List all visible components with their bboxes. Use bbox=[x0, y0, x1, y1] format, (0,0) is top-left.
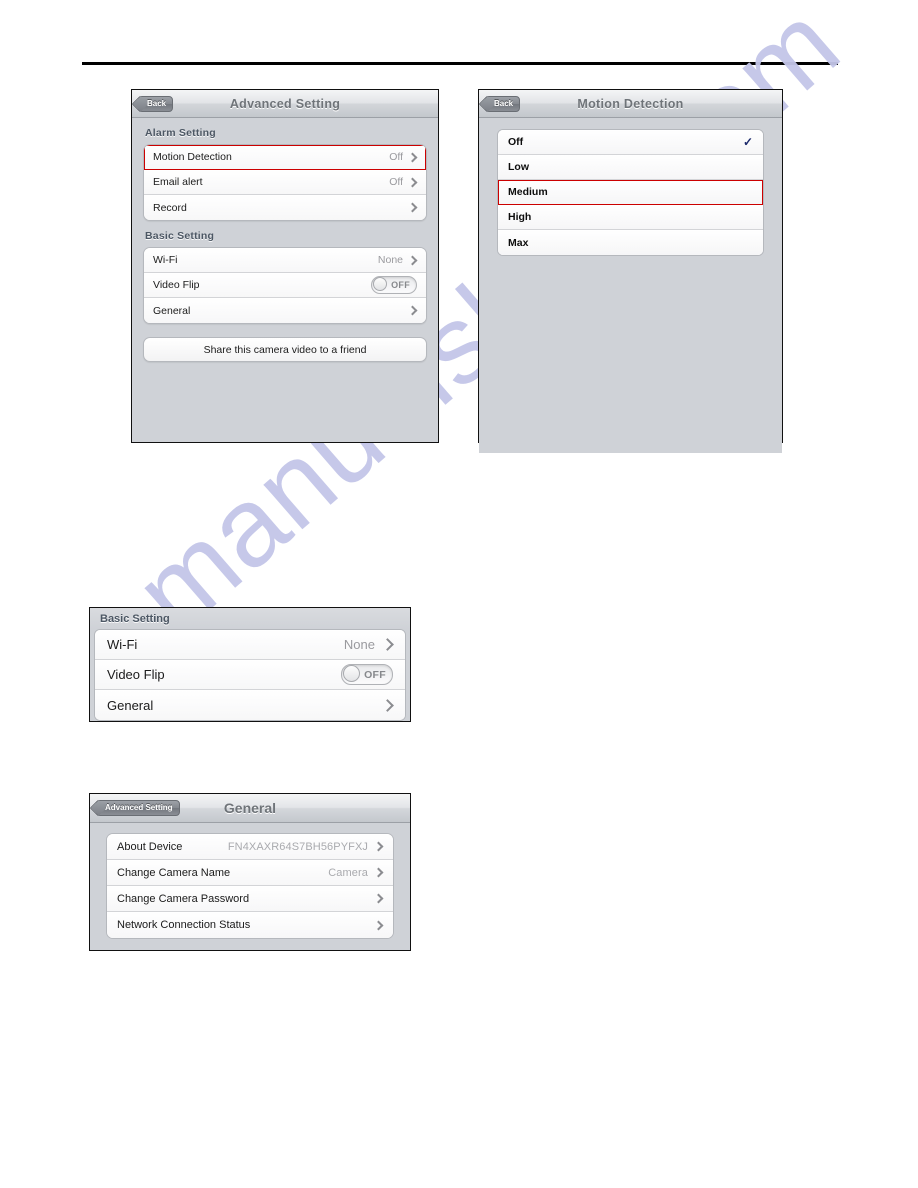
row-label: Change Camera Name bbox=[117, 866, 231, 879]
row-label: Motion Detection bbox=[153, 151, 232, 163]
back-button-advanced-setting[interactable]: Advanced Setting bbox=[96, 800, 180, 816]
chevron-right-icon bbox=[382, 639, 393, 650]
option-label: High bbox=[508, 211, 532, 223]
row-change-camera-name[interactable]: Change Camera Name Camera bbox=[107, 860, 393, 886]
screenshot-general: Advanced Setting General About Device FN… bbox=[89, 793, 411, 951]
option-off[interactable]: Off ✓ bbox=[498, 130, 763, 155]
row-label: Network Connection Status bbox=[117, 919, 251, 931]
toggle-knob bbox=[373, 277, 387, 291]
screenshot-basic-setting-crop: Basic Setting Wi-Fi None Video Flip OFF … bbox=[89, 607, 411, 722]
option-low[interactable]: Low bbox=[498, 155, 763, 180]
row-network-connection-status[interactable]: Network Connection Status bbox=[107, 912, 393, 938]
row-label: General bbox=[153, 304, 191, 317]
row-video-flip[interactable]: Video Flip OFF bbox=[144, 273, 426, 298]
row-general[interactable]: General bbox=[95, 690, 405, 720]
row-general[interactable]: General bbox=[144, 298, 426, 323]
row-value: None bbox=[377, 254, 403, 266]
toggle-state-label: OFF bbox=[391, 280, 410, 290]
row-change-camera-password[interactable]: Change Camera Password bbox=[107, 886, 393, 912]
page-title: Advanced Setting bbox=[229, 96, 341, 111]
section-header-basic-setting: Basic Setting bbox=[90, 608, 410, 629]
basic-setting-group: Wi-Fi None Video Flip OFF General bbox=[143, 247, 427, 324]
row-record[interactable]: Record bbox=[144, 195, 426, 220]
page-divider-rule bbox=[82, 62, 838, 65]
option-label: Medium bbox=[508, 186, 548, 198]
row-label: Video Flip bbox=[153, 279, 200, 291]
chevron-right-icon bbox=[374, 894, 383, 903]
advanced-setting-navbar: Back Advanced Setting bbox=[132, 90, 438, 118]
advanced-setting-body: Alarm Setting Motion Detection Off Email… bbox=[132, 118, 438, 442]
chevron-right-icon bbox=[382, 700, 393, 711]
row-about-device[interactable]: About Device FN4XAXR64S7BH56PYFXJ bbox=[107, 834, 393, 860]
chevron-right-icon bbox=[374, 868, 383, 877]
checkmark-icon: ✓ bbox=[742, 135, 753, 149]
row-wifi[interactable]: Wi-Fi None bbox=[95, 630, 405, 660]
screenshot-motion-detection: Back Motion Detection Off ✓ Low Medium H… bbox=[478, 89, 783, 453]
section-header-alarm-setting: Alarm Setting bbox=[145, 127, 216, 139]
option-label: Off bbox=[508, 136, 524, 148]
row-motion-detection[interactable]: Motion Detection Off bbox=[144, 145, 426, 170]
option-medium[interactable]: Medium bbox=[498, 180, 763, 205]
chevron-right-icon bbox=[408, 306, 417, 315]
chevron-right-icon bbox=[408, 153, 417, 162]
share-camera-button[interactable]: Share this camera video to a friend bbox=[143, 337, 427, 362]
row-value: Off bbox=[389, 176, 403, 188]
general-navbar: Advanced Setting General bbox=[90, 794, 410, 823]
page-title: General bbox=[223, 800, 277, 816]
video-flip-toggle[interactable]: OFF bbox=[341, 664, 393, 685]
back-button[interactable]: Back bbox=[485, 95, 521, 112]
option-high[interactable]: High bbox=[498, 205, 763, 230]
basic-setting-group: Wi-Fi None Video Flip OFF General bbox=[94, 629, 406, 721]
chevron-right-icon bbox=[408, 178, 417, 187]
toggle-state-label: OFF bbox=[364, 668, 386, 681]
chevron-right-icon bbox=[374, 921, 383, 930]
toggle-knob bbox=[343, 665, 360, 682]
video-flip-toggle[interactable]: OFF bbox=[371, 276, 417, 294]
chevron-right-icon bbox=[408, 256, 417, 265]
row-label: Email alert bbox=[153, 176, 203, 188]
screenshot-advanced-setting: Back Advanced Setting Alarm Setting Moti… bbox=[131, 89, 439, 443]
row-value: Off bbox=[389, 151, 403, 163]
motion-detection-navbar: Back Motion Detection bbox=[479, 90, 782, 118]
row-label: Wi-Fi bbox=[153, 254, 178, 266]
row-video-flip[interactable]: Video Flip OFF bbox=[95, 660, 405, 690]
device-id-value: FN4XAXR64S7BH56PYFXJ bbox=[227, 840, 368, 853]
row-label: Change Camera Password bbox=[117, 892, 250, 905]
chevron-right-icon bbox=[374, 842, 383, 851]
option-label: Max bbox=[508, 236, 529, 249]
row-value: Camera bbox=[328, 866, 368, 879]
row-label: Wi-Fi bbox=[107, 637, 138, 652]
option-max[interactable]: Max bbox=[498, 230, 763, 255]
option-label: Low bbox=[508, 161, 529, 173]
alarm-setting-group: Motion Detection Off Email alert Off Rec… bbox=[143, 144, 427, 221]
row-email-alert[interactable]: Email alert Off bbox=[144, 170, 426, 195]
row-label: Video Flip bbox=[107, 667, 165, 682]
row-label: General bbox=[107, 697, 154, 713]
chevron-right-icon bbox=[408, 203, 417, 212]
row-wifi[interactable]: Wi-Fi None bbox=[144, 248, 426, 273]
sensitivity-options-group: Off ✓ Low Medium High Max bbox=[497, 129, 764, 256]
row-value: None bbox=[343, 637, 375, 652]
row-label: About Device bbox=[117, 840, 183, 853]
section-header-basic-setting: Basic Setting bbox=[145, 230, 215, 242]
general-options-group: About Device FN4XAXR64S7BH56PYFXJ Change… bbox=[106, 833, 394, 939]
page-title: Motion Detection bbox=[577, 96, 684, 111]
back-button[interactable]: Back bbox=[138, 95, 174, 112]
motion-detection-body: Off ✓ Low Medium High Max bbox=[479, 129, 782, 453]
row-label: Record bbox=[153, 201, 187, 214]
